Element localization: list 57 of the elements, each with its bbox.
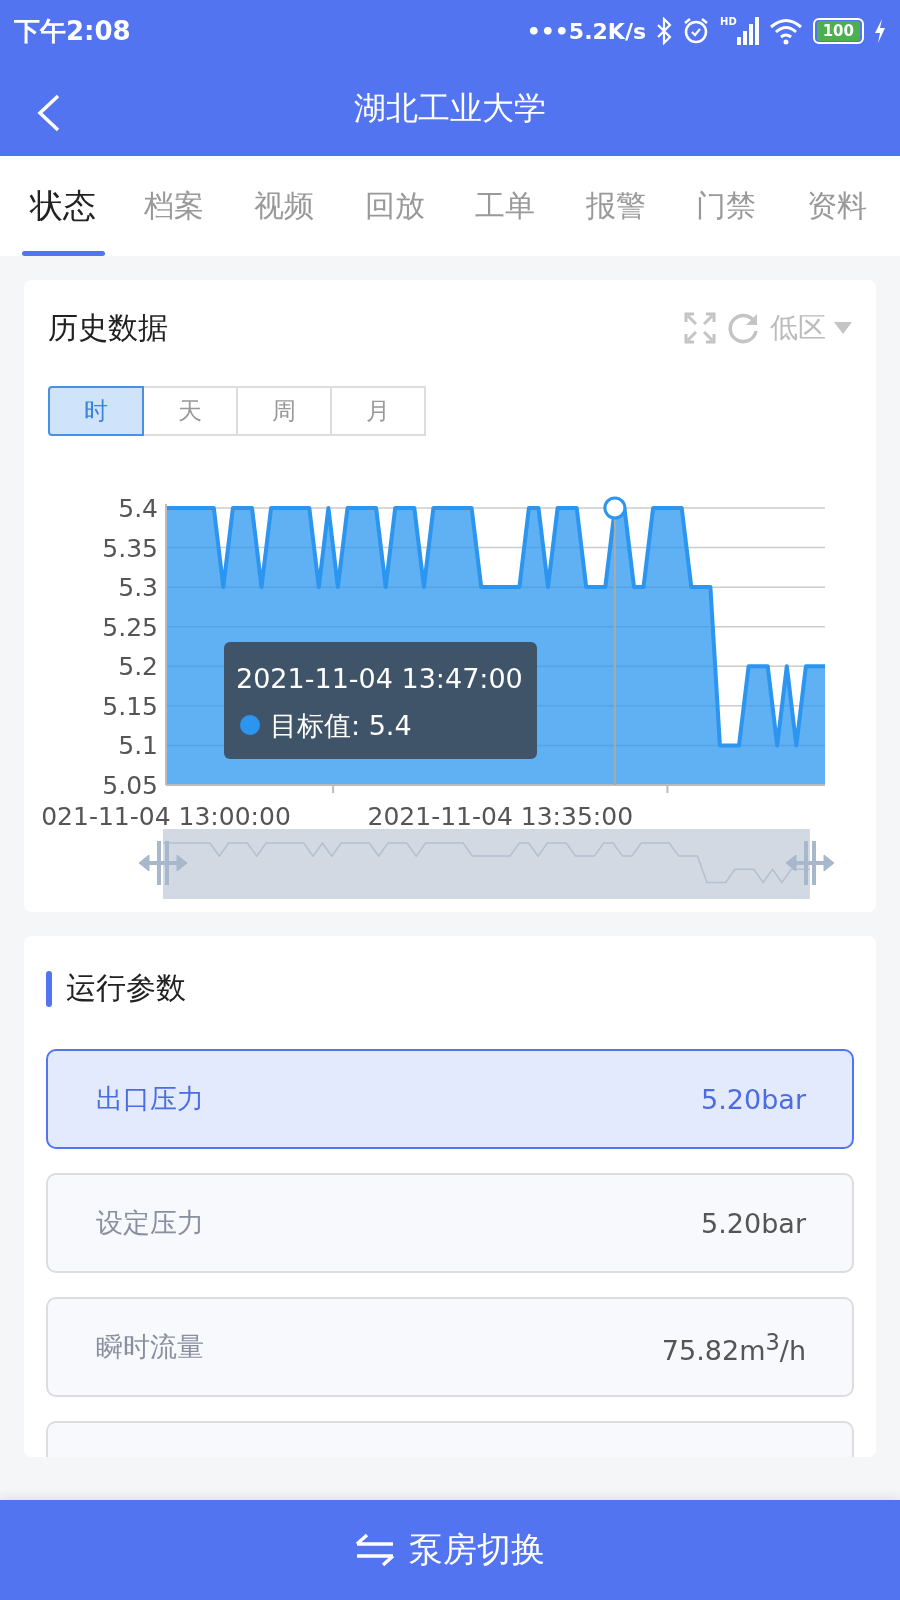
axis-label: 2021-11-04 13:35:00: [367, 802, 634, 831]
alarm-icon: [682, 17, 710, 45]
tab[interactable]: 报警: [560, 156, 671, 256]
range-tab[interactable]: 天: [142, 386, 238, 436]
range-tab[interactable]: 周: [236, 386, 332, 436]
data-point: [603, 496, 627, 520]
parameter-label: 设定压力: [96, 1206, 204, 1240]
slider-handle[interactable]: [138, 841, 188, 885]
tooltip-time: 2021-11-04 13:47:00: [236, 663, 523, 694]
tab[interactable]: 状态: [8, 156, 119, 256]
parameter-value: 75.82m$^{3}$/h: [661, 1328, 806, 1366]
range-tab[interactable]: 时: [48, 386, 144, 436]
axis-label: 5.25: [102, 612, 158, 642]
hd-label: HD: [720, 17, 737, 27]
axis-label: 5.05: [102, 771, 158, 800]
tab[interactable]: 回放: [339, 156, 450, 256]
range-tab[interactable]: 月: [330, 386, 426, 436]
page-title: 湖北工业大学: [354, 88, 546, 129]
bluetooth-icon: [656, 17, 672, 45]
battery-icon: 100: [812, 18, 864, 44]
range-slider[interactable]: [163, 829, 810, 899]
parameter-value: 5.20bar: [701, 1083, 806, 1115]
slider-handle[interactable]: [785, 841, 835, 885]
parameter-label: 出口压力: [96, 1082, 204, 1116]
parameter-label: 瞬时流量: [96, 1330, 204, 1364]
section-marker: [46, 970, 52, 1007]
wifi-icon: [768, 17, 803, 45]
tab[interactable]: 资料: [781, 156, 892, 256]
axis-label: 5.4: [118, 494, 158, 523]
axis-label: 5.15: [102, 691, 158, 721]
tab[interactable]: 档案: [118, 156, 229, 256]
tab[interactable]: 视频: [229, 156, 340, 256]
signal-icon: [736, 17, 759, 45]
caret-icon: [834, 322, 852, 334]
zone-dropdown[interactable]: 低区: [770, 309, 852, 347]
axis-label: 5.35: [102, 533, 158, 563]
axis-label: 5.3: [118, 573, 158, 603]
swap-icon: [355, 1532, 395, 1568]
tab[interactable]: 门禁: [671, 156, 782, 256]
switch-button[interactable]: 泵房切换: [0, 1500, 900, 1600]
network-speed: •••5.2K/s: [526, 18, 646, 44]
axis-label: 5.1: [118, 731, 158, 761]
parameter-row[interactable]: 瞬时流量 75.82m$^{3}$/h: [46, 1297, 854, 1397]
parameter-row[interactable]: 设定压力 5.20bar: [46, 1173, 854, 1273]
axis-label: 021-11-04 13:00:00: [41, 802, 291, 831]
charging-icon: [874, 19, 886, 43]
parameter-row[interactable]: [46, 1421, 854, 1457]
section-title: 运行参数: [66, 969, 186, 1007]
tab[interactable]: 工单: [450, 156, 561, 256]
status-time: 下午2:08: [14, 14, 131, 48]
card-title: 历史数据: [48, 308, 168, 347]
tooltip-value: 目标值: 5.4: [270, 710, 412, 741]
axis-label: 5.2: [118, 652, 158, 682]
fullscreen-icon[interactable]: [684, 312, 716, 344]
refresh-icon[interactable]: [726, 311, 760, 345]
parameter-row[interactable]: 出口压力 5.20bar: [46, 1049, 854, 1149]
parameter-value: 5.20bar: [701, 1207, 806, 1239]
